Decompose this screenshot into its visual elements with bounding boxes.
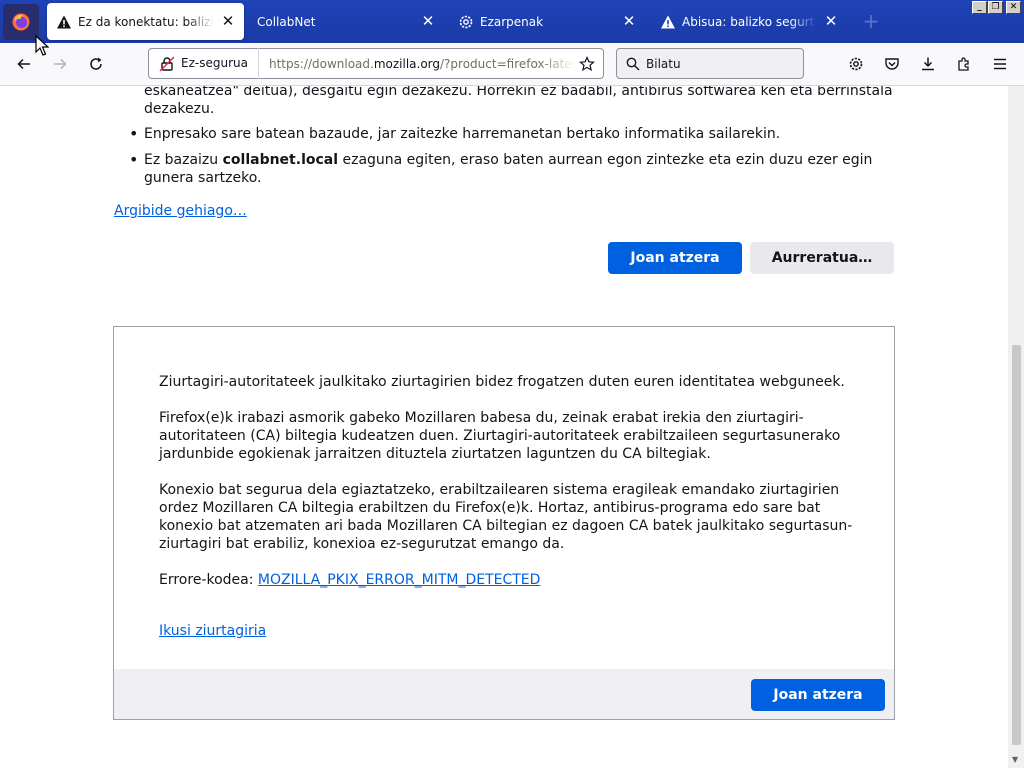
puzzle-icon bbox=[958, 57, 969, 71]
tab-warning[interactable]: Abisua: balizko segurtasun arazoa ✕ bbox=[651, 3, 847, 40]
vertical-scrollbar[interactable]: ▼ bbox=[1008, 86, 1024, 768]
tab-bar: Ez da konektatu: balizko segurtasun ✕ Co… bbox=[0, 0, 1024, 43]
nav-toolbar: Ez-segurua https://download.mozilla.org/… bbox=[0, 43, 1024, 86]
url-prefix: https://download. bbox=[268, 56, 374, 71]
panel-footer: Joan atzera bbox=[114, 669, 894, 719]
insecure-lock-icon[interactable] bbox=[159, 56, 175, 72]
tab-not-connected[interactable]: Ez da konektatu: balizko segurtasun ✕ bbox=[47, 3, 244, 40]
panel-paragraph: Ziurtagiri-autoritateek jaulkitako ziurt… bbox=[159, 374, 845, 390]
view-certificate-link[interactable]: Ikusi ziurtagiria bbox=[159, 623, 266, 639]
url-bar[interactable]: Ez-segurua https://download.mozilla.org/… bbox=[148, 48, 604, 79]
warning-icon bbox=[56, 14, 72, 30]
warning-icon bbox=[660, 14, 676, 30]
forward-button[interactable] bbox=[48, 52, 72, 76]
close-window-button[interactable]: ✕ bbox=[1006, 1, 1021, 14]
error-code-line: Errore-kodea: MOZILLA_PKIX_ERROR_MITM_DE… bbox=[159, 571, 859, 589]
search-bar[interactable]: Bilatu bbox=[616, 48, 804, 79]
tab-close-button[interactable]: ✕ bbox=[218, 12, 238, 32]
new-tab-button[interactable]: + bbox=[862, 11, 880, 31]
firefox-menu-button[interactable] bbox=[3, 4, 39, 40]
panel-paragraph: Firefox(e)k irabazi asmorik gabeko Mozil… bbox=[159, 410, 841, 462]
gear-icon bbox=[458, 14, 474, 30]
back-button[interactable] bbox=[12, 52, 36, 76]
minimize-button[interactable]: _ bbox=[972, 1, 987, 14]
tab-close-button[interactable]: ✕ bbox=[821, 12, 841, 32]
go-back-button[interactable]: Joan atzera bbox=[608, 242, 742, 274]
app-menu-button[interactable] bbox=[988, 52, 1012, 76]
hamburger-menu-icon bbox=[994, 58, 1006, 70]
url-domain: mozilla.org bbox=[373, 56, 441, 71]
tab-title: Ezarpenak bbox=[480, 14, 544, 29]
pocket-icon bbox=[885, 58, 899, 70]
extensions-button[interactable] bbox=[952, 52, 976, 76]
bookmark-star-icon[interactable] bbox=[575, 52, 599, 76]
intro-line: dezakezu. bbox=[144, 101, 215, 117]
advanced-panel: Ziurtagiri-autoritateek jaulkitako ziurt… bbox=[113, 326, 895, 720]
tab-collabnet[interactable]: CollabNet ✕ bbox=[248, 3, 444, 40]
tab-title: CollabNet bbox=[257, 14, 316, 29]
restore-button[interactable]: ❐ bbox=[988, 1, 1003, 14]
arrow-left-icon bbox=[17, 58, 30, 70]
gear-icon bbox=[849, 57, 863, 71]
reload-icon bbox=[90, 57, 102, 70]
panel-paragraph: Konexio bat segurua dela egiaztatzeko, e… bbox=[159, 482, 853, 552]
learn-more-link[interactable]: Argibide gehiago… bbox=[114, 203, 247, 219]
reload-button[interactable] bbox=[84, 52, 108, 76]
advanced-button[interactable]: Aurreratua… bbox=[750, 242, 894, 274]
downloads-button[interactable] bbox=[916, 52, 940, 76]
mouse-cursor-icon bbox=[35, 35, 49, 56]
tab-close-button[interactable]: ✕ bbox=[418, 12, 438, 32]
view-certificate-line: Ikusi ziurtagiria bbox=[159, 622, 859, 640]
error-code-link[interactable]: MOZILLA_PKIX_ERROR_MITM_DETECTED bbox=[258, 572, 541, 588]
error-page: eskaneatzea" deitua), desgaitu egin deza… bbox=[0, 86, 1008, 768]
hostname: collabnet.local bbox=[222, 152, 339, 168]
search-placeholder: Bilatu bbox=[646, 56, 681, 71]
list-item: Enpresako sare batean bazaude, jar zaite… bbox=[120, 125, 890, 143]
search-icon bbox=[626, 57, 640, 71]
intro-line: eskaneatzea" deitua), desgaitu egin deza… bbox=[144, 86, 893, 99]
bullet-text: Enpresako sare batean bazaude, jar zaite… bbox=[144, 126, 781, 142]
settings-button[interactable] bbox=[844, 52, 868, 76]
pocket-button[interactable] bbox=[880, 52, 904, 76]
firefox-logo-icon bbox=[12, 13, 30, 31]
go-back-button[interactable]: Joan atzera bbox=[751, 679, 885, 711]
scrollbar-thumb[interactable] bbox=[1012, 345, 1021, 745]
arrow-right-icon bbox=[54, 58, 67, 70]
identity-label[interactable]: Ez-segurua bbox=[181, 48, 259, 79]
url-suffix: /?product=firefox-latest-ssl&os=win bbox=[440, 56, 575, 71]
download-icon bbox=[922, 57, 934, 71]
tab-close-button[interactable]: ✕ bbox=[619, 12, 639, 32]
tab-title: Ez da konektatu: balizko segurtasun bbox=[78, 14, 214, 29]
list-item: Ez bazaizu collabnet.local ezaguna egite… bbox=[120, 151, 884, 187]
error-code-label: Errore-kodea: bbox=[159, 572, 258, 588]
tab-title: Abisua: balizko segurtasun arazoa bbox=[682, 14, 817, 29]
tab-settings[interactable]: Ezarpenak ✕ bbox=[449, 3, 645, 40]
bullet-text: Ez bazaizu bbox=[144, 152, 223, 168]
intro-paragraph: eskaneatzea" deitua), desgaitu egin deza… bbox=[144, 86, 904, 118]
url-text[interactable]: https://download.mozilla.org/?product=fi… bbox=[269, 57, 575, 71]
scroll-down-arrow-icon[interactable]: ▼ bbox=[1012, 755, 1018, 764]
suggestion-list: Enpresako sare batean bazaude, jar zaite… bbox=[120, 125, 890, 195]
